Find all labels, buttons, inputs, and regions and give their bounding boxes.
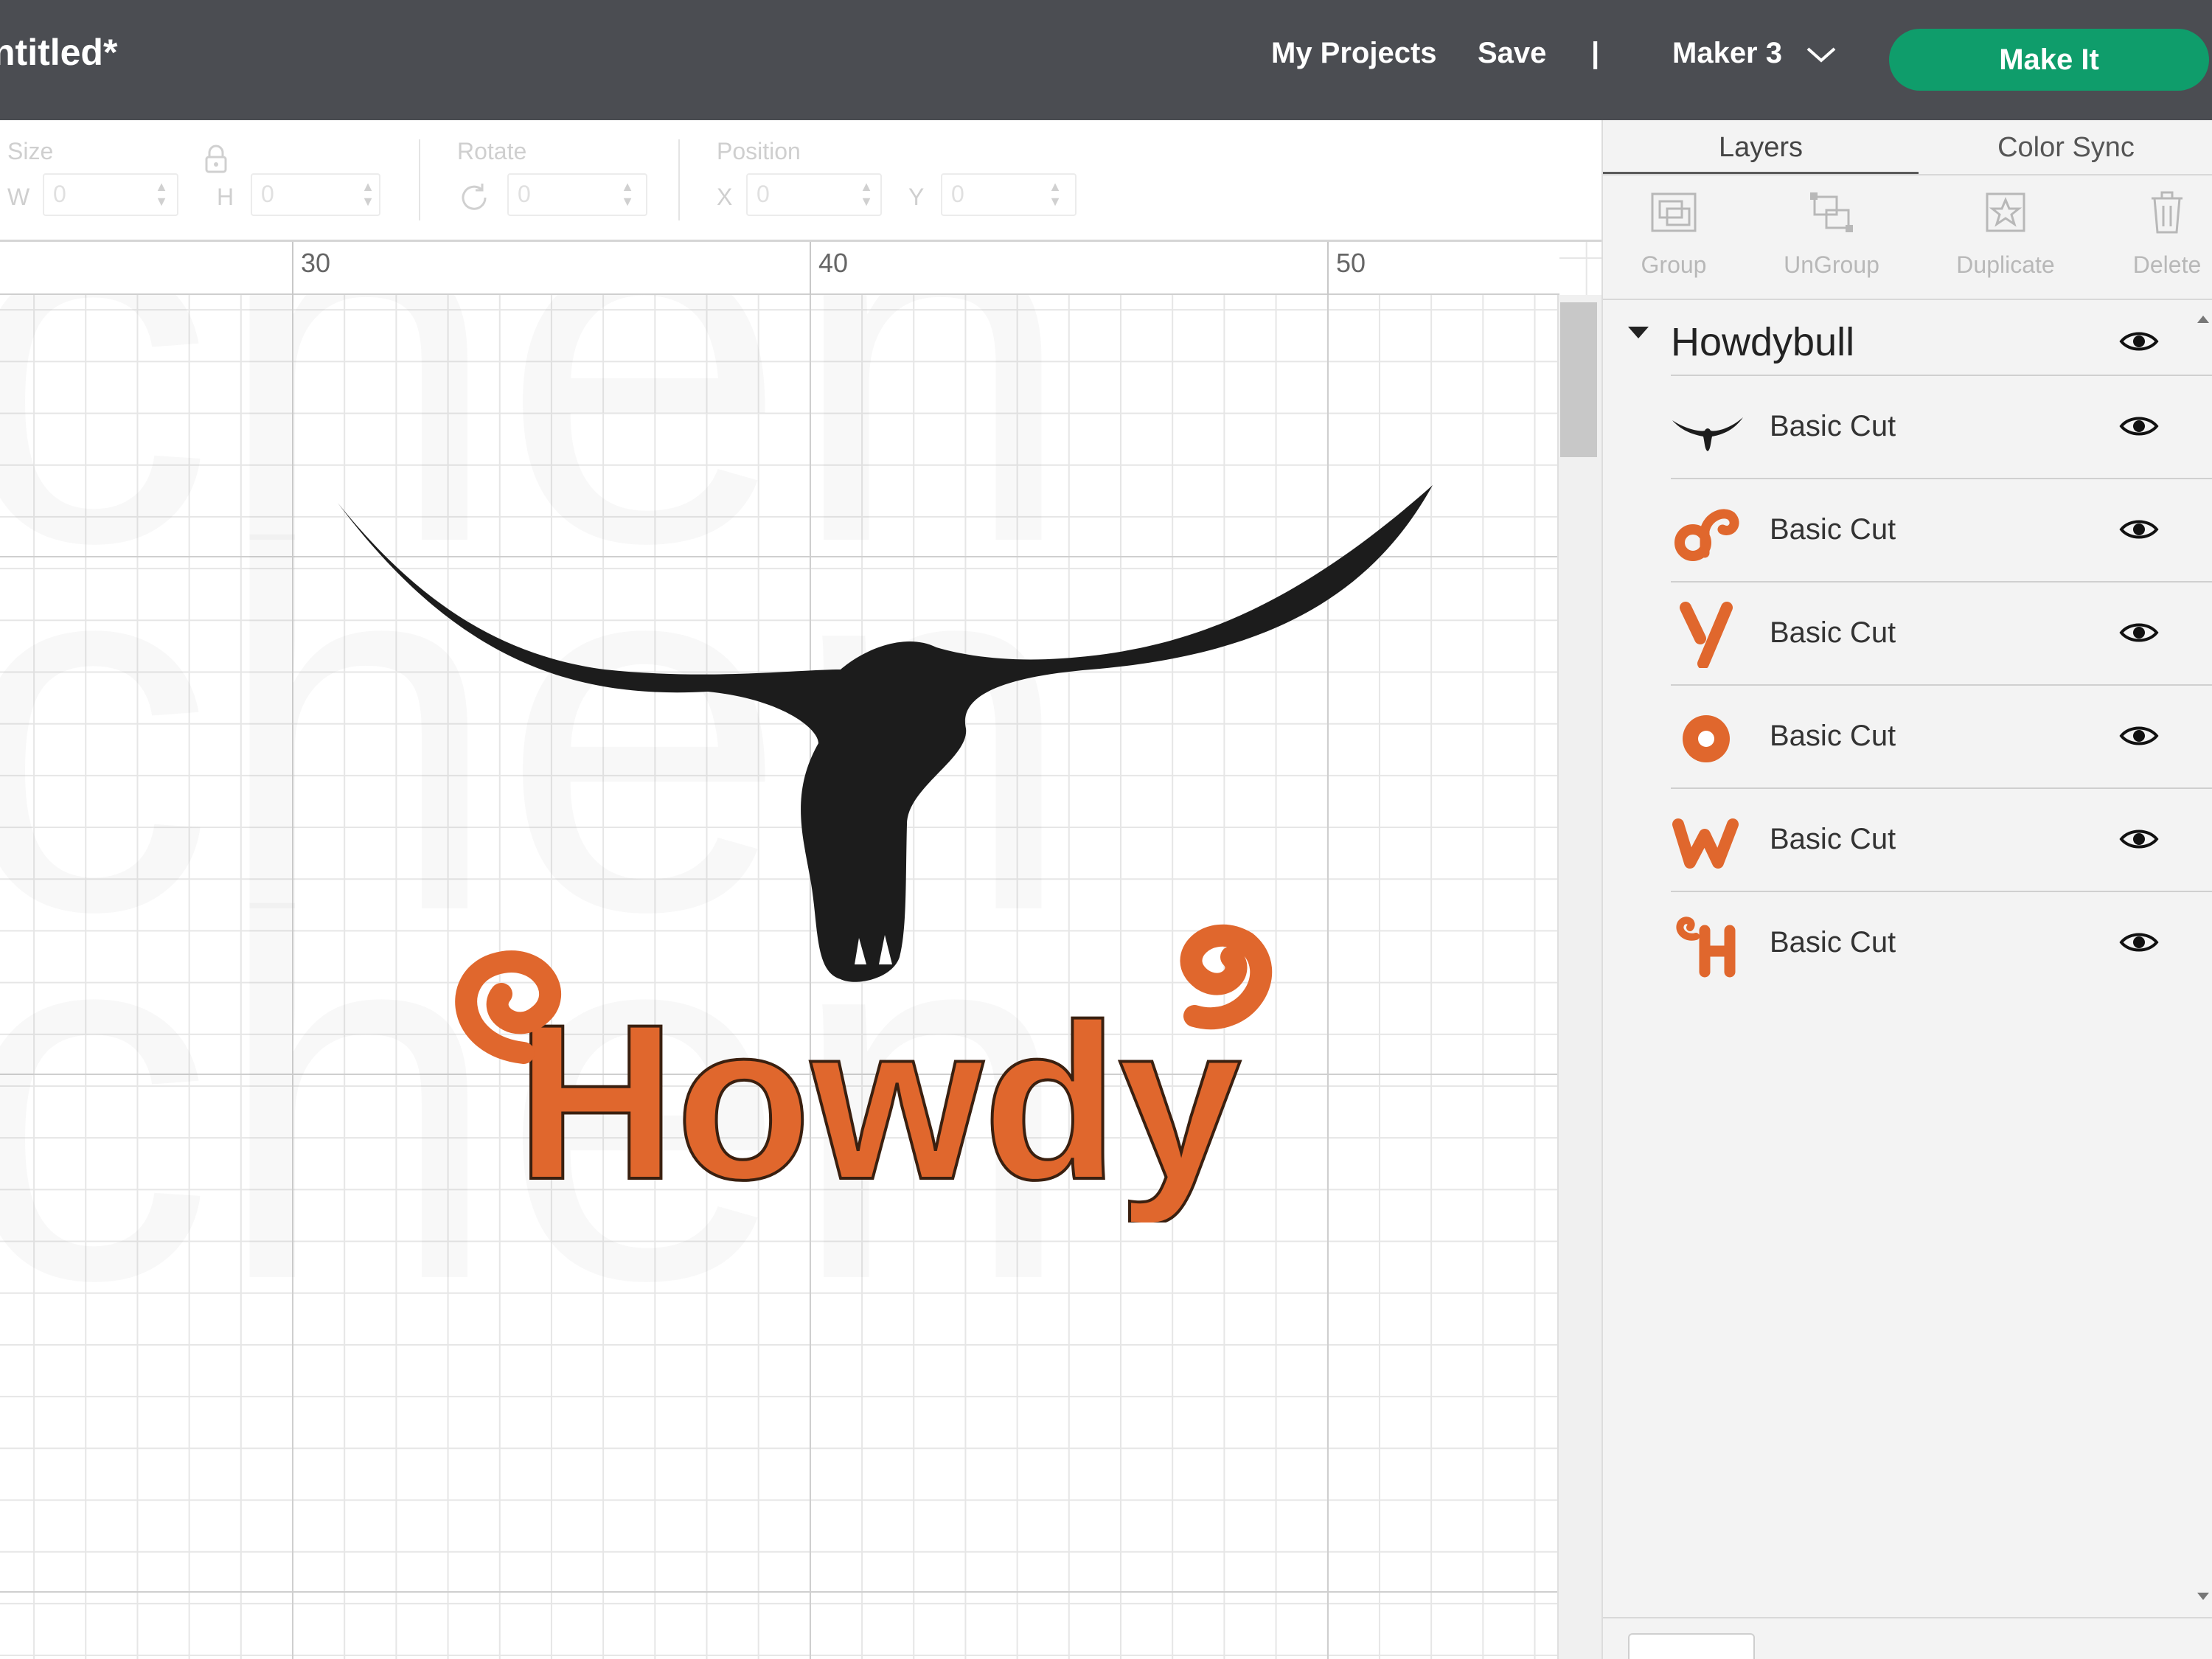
top-bar: ntitled* My Projects Save | Maker 3 Make… [0, 0, 2212, 120]
chevron-down-icon [1806, 47, 1836, 63]
canvas-scroll-thumb[interactable] [1560, 302, 1597, 457]
panel-footer-button[interactable] [1628, 1633, 1755, 1659]
ungroup-icon [1810, 192, 1853, 232]
project-title: ntitled* [0, 32, 118, 73]
header-separator: | [1591, 37, 1600, 69]
panel-scroll-up-icon[interactable] [2197, 316, 2209, 323]
canvas-scrollbar[interactable] [1557, 295, 1601, 1659]
eye-icon[interactable] [2119, 413, 2159, 439]
eye-icon[interactable] [2119, 619, 2159, 646]
design-canvas[interactable]: chen chen chen 30 40 50 Howdy [0, 242, 1601, 1659]
position-label: Position [717, 138, 801, 164]
y-label: Y [908, 184, 925, 210]
rotate-label: Rotate [457, 138, 527, 164]
bull-skull-shape[interactable] [338, 485, 1433, 982]
horizontal-ruler: 30 40 50 [0, 242, 1559, 295]
ruler-label: 30 [301, 248, 331, 278]
eye-icon[interactable] [2119, 328, 2159, 355]
size-label: Size [7, 138, 54, 164]
howdy-text[interactable]: Howdy [515, 976, 1244, 1222]
save-button[interactable]: Save [1478, 37, 1546, 70]
eye-icon[interactable] [2119, 516, 2159, 543]
group-button[interactable]: Group [1600, 187, 1747, 297]
width-stepper[interactable]: ▲ ▼ [153, 179, 170, 212]
tab-layers[interactable]: Layers [1603, 120, 1919, 175]
layer-name: Basic Cut [1770, 926, 1896, 959]
group-name: Howdybull [1671, 320, 1855, 364]
letter-d-icon [1674, 509, 1739, 561]
toolbar-divider [678, 139, 680, 220]
layer-row-d[interactable]: Basic Cut [1671, 478, 2212, 581]
edit-toolbar: Size W 0 ▲ ▼ H 0 ▲ ▼ Rotate 0 ▲ ▼ Position … [0, 120, 1601, 242]
eye-icon[interactable] [2119, 929, 2159, 956]
ruler-tick [810, 242, 811, 295]
panel-scroll-down-icon[interactable] [2197, 1593, 2209, 1600]
eye-icon[interactable] [2119, 723, 2159, 749]
delete-button[interactable]: Delete [2112, 187, 2212, 297]
machine-selector[interactable]: Maker 3 [1672, 37, 1837, 70]
height-stepper[interactable]: ▲ ▼ [360, 179, 376, 212]
rotate-stepper[interactable]: ▲ ▼ [619, 179, 636, 212]
make-it-button[interactable]: Make It [1889, 29, 2209, 91]
ungroup-button[interactable]: UnGroup [1758, 187, 1905, 297]
layer-row-o[interactable]: Basic Cut [1671, 684, 2212, 787]
toolbar-divider [1603, 299, 2212, 300]
x-label: X [717, 184, 733, 210]
panel-footer-divider [1603, 1617, 2212, 1618]
layer-name: Basic Cut [1770, 720, 1896, 752]
height-label: H [217, 184, 234, 210]
y-stepper[interactable]: ▲ ▼ [1047, 179, 1063, 212]
layer-name: Basic Cut [1770, 513, 1896, 546]
layer-row-bull[interactable]: Basic Cut [1671, 375, 2212, 478]
layers-panel: Layers Color Sync Group UnGroup Duplicat… [1601, 120, 2212, 1659]
layer-name: Basic Cut [1770, 410, 1896, 442]
layer-group-row[interactable]: Howdybull [1603, 303, 2212, 377]
width-label: W [7, 184, 30, 210]
howdybull-design[interactable]: Howdy [324, 485, 1460, 1222]
ungroup-label: UnGroup [1784, 251, 1879, 278]
caret-down-icon[interactable] [1628, 327, 1649, 338]
letter-o-icon [1683, 715, 1730, 762]
ruler-label: 50 [1336, 248, 1366, 278]
group-icon [1651, 192, 1697, 232]
x-stepper[interactable]: ▲ ▼ [858, 179, 874, 212]
bull-icon [1672, 417, 1743, 451]
layer-name: Basic Cut [1770, 823, 1896, 855]
tab-color-sync[interactable]: Color Sync [1919, 120, 2212, 175]
layer-name: Basic Cut [1770, 616, 1896, 649]
letter-y-icon [1680, 602, 1733, 668]
ruler-label: 40 [818, 248, 849, 278]
tab-divider [1603, 174, 2212, 175]
layer-row-h[interactable]: Basic Cut [1671, 891, 2212, 994]
ruler-tick [292, 242, 293, 295]
group-label: Group [1641, 251, 1707, 278]
rotate-icon [462, 184, 487, 210]
my-projects-link[interactable]: My Projects [1271, 37, 1437, 70]
machine-label: Maker 3 [1672, 37, 1782, 69]
duplicate-label: Duplicate [1956, 251, 2055, 278]
ruler-tick [1327, 242, 1329, 295]
toolbar-divider [419, 139, 420, 220]
layer-row-w[interactable]: Basic Cut [1671, 787, 2212, 891]
eye-icon[interactable] [2119, 826, 2159, 852]
delete-label: Delete [2132, 251, 2202, 278]
lock-icon[interactable] [204, 144, 229, 173]
letter-h-icon [1676, 917, 1736, 978]
layer-row-y[interactable]: Basic Cut [1671, 581, 2212, 684]
duplicate-icon [1986, 192, 2025, 232]
duplicate-button[interactable]: Duplicate [1932, 187, 2079, 297]
letter-w-icon [1672, 818, 1739, 869]
trash-icon [2152, 191, 2183, 234]
